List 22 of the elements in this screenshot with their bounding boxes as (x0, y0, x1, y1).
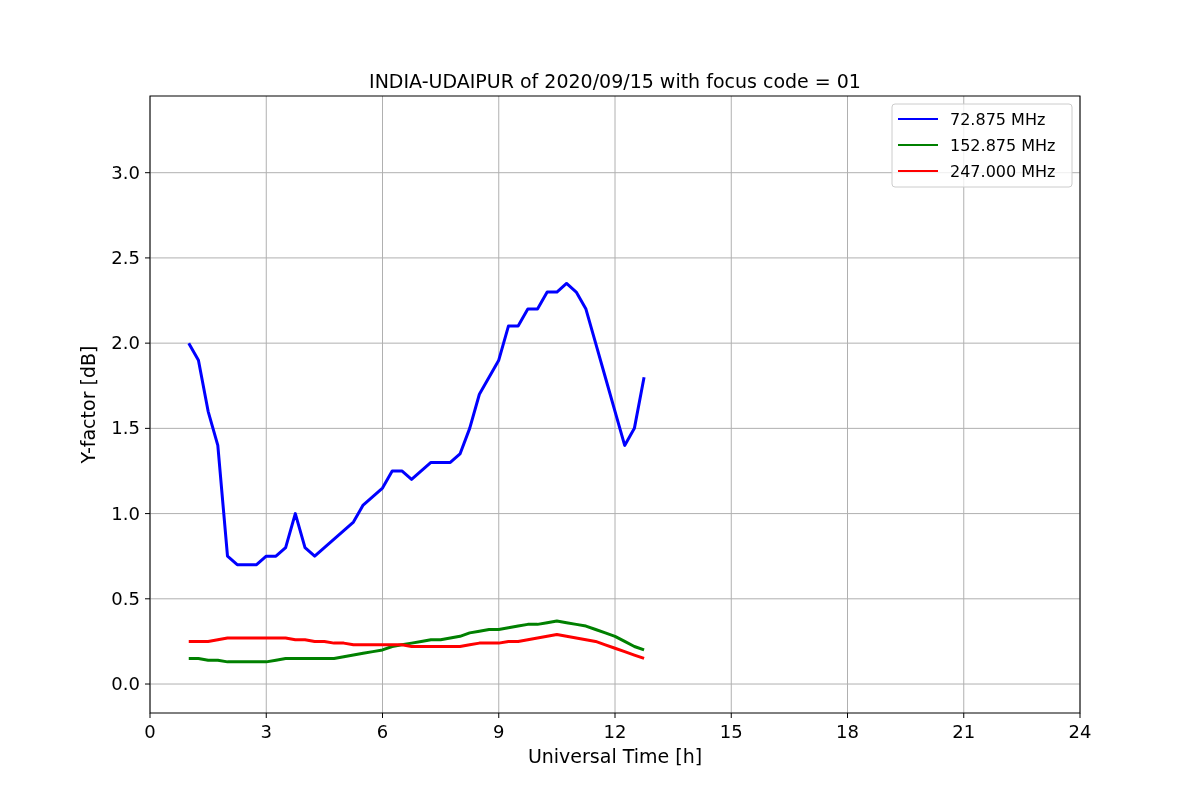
x-axis-label: Universal Time [h] (527, 745, 703, 767)
y-tick-label: 2.5 (111, 246, 140, 268)
chart-title: INDIA-UDAIPUR of 2020/09/15 with focus code = 01 (369, 70, 861, 92)
y-tick-label: 1.5 (111, 417, 140, 439)
x-tick-label: 9 (493, 721, 505, 742)
y-tick-label: 0.0 (111, 673, 140, 694)
x-tick-label: 6 (376, 721, 389, 742)
legend-label: 247.000 MHz (950, 162, 1056, 181)
x-tick-label: 21 (952, 721, 976, 742)
x-tick-label: 3 (260, 721, 272, 742)
x-tick-label: 0 (144, 721, 156, 742)
legend-label: 152.875 MHz (950, 136, 1056, 155)
y-tick-label: 2.0 (111, 332, 140, 354)
y-tick-label: 1.0 (111, 502, 140, 524)
x-tick-label: 18 (836, 721, 859, 742)
x-tick-label: 12 (603, 721, 627, 742)
y-tick-label: 0.5 (111, 587, 140, 609)
y-tick-label: 3.0 (111, 161, 140, 183)
y-axis-label: Y-factor [dB] (77, 345, 99, 464)
x-tick-label: 24 (1068, 721, 1092, 742)
legend-label: 72.875 MHz (950, 110, 1046, 129)
x-tick-label: 15 (719, 721, 743, 742)
